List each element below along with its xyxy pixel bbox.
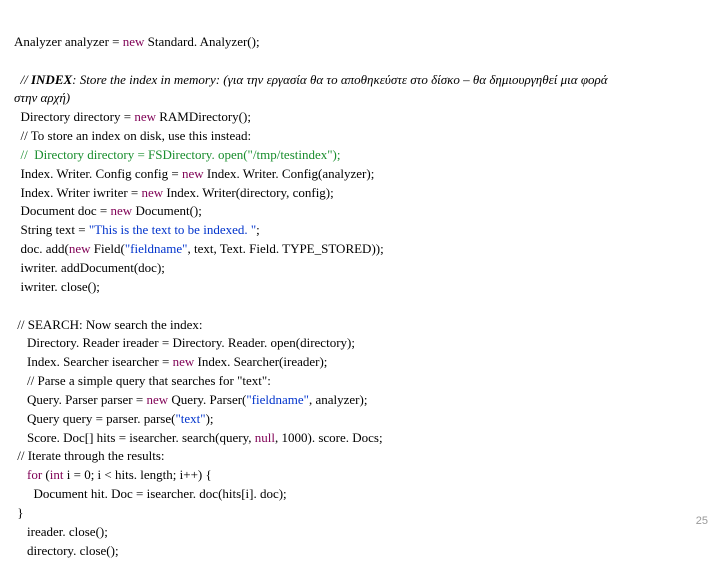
line-7a: Index. Writer. Config config = xyxy=(14,166,182,181)
kw-new: new xyxy=(182,166,204,181)
string-fieldname: "fieldname" xyxy=(125,241,188,256)
line-5: // To store an index on disk, use this i… xyxy=(14,128,251,143)
line-1c: Standard. Analyzer(); xyxy=(144,34,259,49)
string-text: "text" xyxy=(175,411,205,426)
string-text: "This is the text to be indexed. " xyxy=(89,222,256,237)
line-2a: // xyxy=(14,72,31,87)
line-9a: Document doc = xyxy=(14,203,111,218)
line-9c: Document(); xyxy=(132,203,202,218)
index-label: INDEX xyxy=(31,72,72,87)
code-slide: Analyzer analyzer = new Standard. Analyz… xyxy=(0,0,720,568)
kw-new: new xyxy=(173,354,195,369)
const-type-stored: TYPE_STORED xyxy=(282,241,371,256)
kw-for: for xyxy=(14,467,42,482)
line-4a: Directory directory = xyxy=(14,109,134,124)
line-2c: : Store the index in memory: (για την ερ… xyxy=(72,72,607,87)
line-10a: String text = xyxy=(14,222,89,237)
kw-new: new xyxy=(142,185,164,200)
kw-new: new xyxy=(134,109,156,124)
line-3: στην αρχή) xyxy=(14,90,70,105)
line-8a: Index. Writer iwriter = xyxy=(14,185,142,200)
line-22d: i = 0; i < hits. length; i++) { xyxy=(64,467,212,482)
line-23: Document hit. Doc = isearcher. doc(hits[… xyxy=(14,486,287,501)
line-16c: Index. Searcher(ireader); xyxy=(194,354,327,369)
line-11e: , text, Text. Field. xyxy=(187,241,282,256)
line-11c: Field( xyxy=(91,241,125,256)
line-13: iwriter. close(); xyxy=(14,279,100,294)
line-18a: Query. Parser parser = xyxy=(14,392,146,407)
page-number: 25 xyxy=(696,514,708,530)
line-7c: Index. Writer. Config(analyzer); xyxy=(204,166,375,181)
line-20c: , 1000). score. Docs; xyxy=(275,430,383,445)
line-24: } xyxy=(14,505,24,520)
line-15: Directory. Reader ireader = Directory. R… xyxy=(14,335,355,350)
line-4c: RAMDirectory(); xyxy=(156,109,251,124)
kw-null: null xyxy=(255,430,275,445)
line-11g: )); xyxy=(371,241,383,256)
line-14: // SEARCH: Now search the index: xyxy=(14,317,202,332)
line-21: // Iterate through the results: xyxy=(14,448,165,463)
line-22b: ( xyxy=(42,467,50,482)
line-20a: Score. Doc[] hits = isearcher. search(qu… xyxy=(14,430,255,445)
kw-new: new xyxy=(123,34,145,49)
line-12: iwriter. addDocument(doc); xyxy=(14,260,165,275)
line-8c: Index. Writer(directory, config); xyxy=(163,185,334,200)
line-19a: Query query = parser. parse( xyxy=(14,411,175,426)
kw-new: new xyxy=(69,241,91,256)
string-fieldname: "fieldname" xyxy=(246,392,309,407)
line-19c: ); xyxy=(206,411,214,426)
kw-new: new xyxy=(111,203,133,218)
line-25: ireader. close(); xyxy=(14,524,108,539)
line-6: // Directory directory = FSDirectory. op… xyxy=(14,147,341,162)
line-1a: Analyzer analyzer = xyxy=(14,34,123,49)
line-16a: Index. Searcher isearcher = xyxy=(14,354,173,369)
line-17: // Parse a simple query that searches fo… xyxy=(14,373,271,388)
line-26: directory. close(); xyxy=(14,543,119,558)
line-11a: doc. add( xyxy=(14,241,69,256)
line-18c: Query. Parser( xyxy=(168,392,246,407)
kw-new: new xyxy=(146,392,168,407)
line-10c: ; xyxy=(256,222,260,237)
line-18e: , analyzer); xyxy=(309,392,367,407)
kw-int: int xyxy=(50,467,64,482)
